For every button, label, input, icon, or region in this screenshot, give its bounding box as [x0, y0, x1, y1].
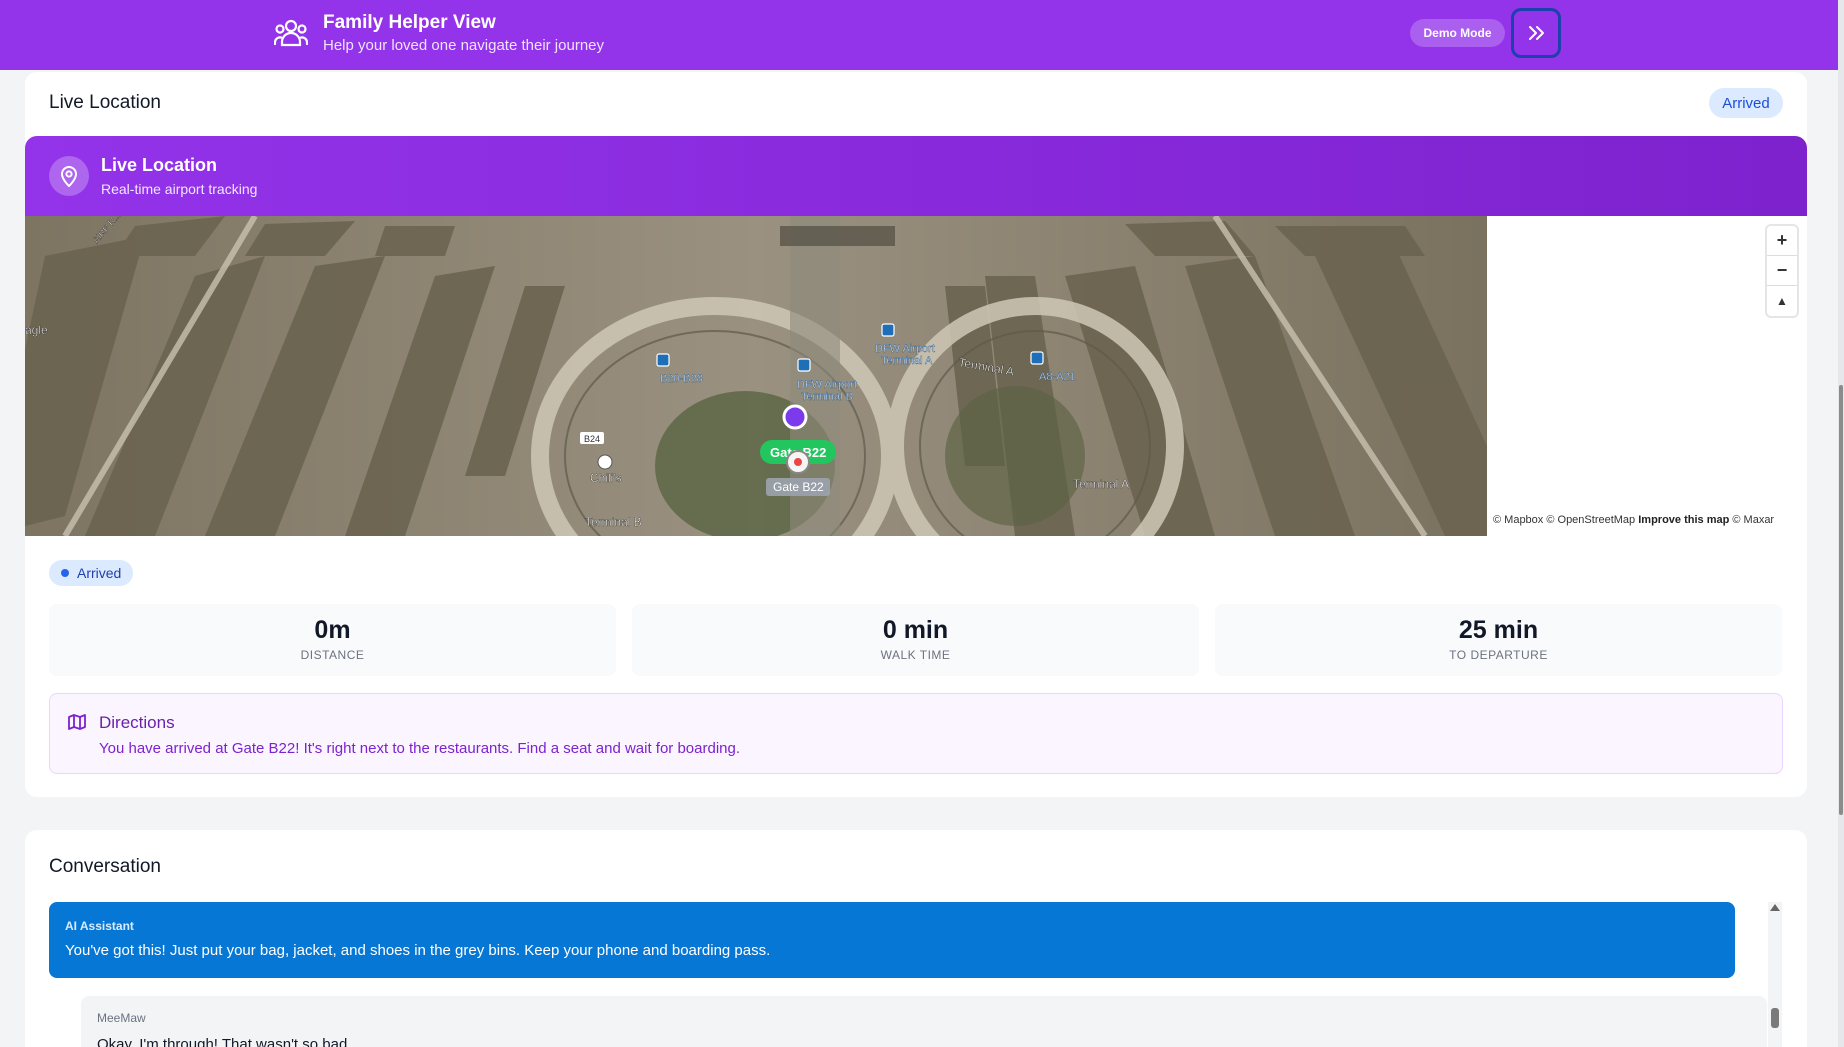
- chevrons-right-icon: [1529, 26, 1544, 40]
- map-label-terminal-b: Terminal B: [801, 391, 853, 403]
- map-attribution: © Mapbox © OpenStreetMap Improve this ma…: [1493, 514, 1774, 526]
- gate-label-text: Gate B22: [773, 480, 824, 494]
- stat-label: DISTANCE: [300, 648, 365, 662]
- header-title: Family Helper View: [323, 12, 496, 33]
- banner-subtitle: Real-time airport tracking: [101, 181, 258, 197]
- attribution-maxar[interactable]: © Maxar: [1732, 514, 1774, 526]
- airport-map-graphic: B20-B28 DFW Airport Terminal B DFW Airpo…: [25, 216, 1487, 536]
- demo-mode-button[interactable]: Demo Mode: [1410, 19, 1505, 47]
- zoom-in-button[interactable]: +: [1767, 226, 1797, 256]
- collapse-button[interactable]: [1511, 8, 1561, 58]
- map-label-chilis: Chili's: [590, 471, 622, 485]
- map-label-dfw-a: DFW Airport: [875, 343, 935, 355]
- map-container[interactable]: B20-B28 DFW Airport Terminal B DFW Airpo…: [25, 216, 1807, 536]
- message-sender: AI Assistant: [65, 919, 134, 933]
- map-label-terminal-a-bottom: Terminal A: [1073, 477, 1129, 491]
- directions-title: Directions: [99, 713, 175, 732]
- zoom-out-button[interactable]: −: [1767, 256, 1797, 286]
- map-label-b24: B24: [584, 434, 600, 444]
- directions-panel: Directions You have arrived at Gate B22!…: [49, 693, 1783, 774]
- compass-button[interactable]: ▲: [1767, 286, 1797, 316]
- map-label-terminal-b-bottom: Terminal B: [585, 515, 642, 529]
- page-scroll-thumb[interactable]: [1839, 385, 1843, 815]
- message-sender: MeeMaw: [97, 1011, 146, 1025]
- conversation-title: Conversation: [49, 856, 161, 877]
- map-icon: [68, 714, 86, 730]
- status-badge: Arrived: [1709, 88, 1783, 118]
- status-pill: Arrived: [49, 560, 134, 586]
- satellite-map[interactable]: B20-B28 DFW Airport Terminal B DFW Airpo…: [25, 216, 1487, 536]
- stat-distance: 0m DISTANCE: [49, 604, 616, 676]
- map-pin-icon: [49, 156, 89, 196]
- card-title: Live Location: [49, 92, 161, 113]
- status-pill-label: Arrived: [77, 565, 122, 581]
- directions-text: You have arrived at Gate B22! It's right…: [99, 740, 741, 757]
- map-label-eagle: agle: [25, 323, 48, 337]
- stat-value: 25 min: [1458, 616, 1539, 644]
- stat-walk-time: 0 min WALK TIME: [632, 604, 1199, 676]
- restaurant-icon: [597, 454, 613, 470]
- map-zoom-controls: + − ▲: [1767, 226, 1797, 316]
- message-user: MeeMaw Okay, I'm through! That wasn't so…: [81, 996, 1767, 1047]
- attribution-mapbox[interactable]: © Mapbox © OpenStreetMap: [1493, 514, 1635, 526]
- stat-departure: 25 min TO DEPARTURE: [1215, 604, 1782, 676]
- stat-value: 0 min: [882, 616, 949, 644]
- page-scrollbar[interactable]: [1838, 0, 1844, 1047]
- stat-label: TO DEPARTURE: [1449, 648, 1548, 662]
- live-location-card: Live Location Arrived Live Location Real…: [25, 72, 1807, 797]
- users-icon: [274, 19, 308, 47]
- message-ai: AI Assistant You've got this! Just put y…: [49, 902, 1735, 978]
- scroll-thumb[interactable]: [1771, 1008, 1779, 1028]
- user-location-marker: [782, 404, 808, 430]
- stat-value: 0m: [314, 616, 351, 644]
- map-label-dfw-b: DFW Airport: [797, 379, 857, 391]
- improve-map-link[interactable]: Improve this map: [1638, 514, 1729, 526]
- header-subtitle: Help your loved one navigate their journ…: [323, 37, 605, 54]
- conversation-scrollbar[interactable]: [1768, 902, 1782, 1047]
- stat-label: WALK TIME: [880, 648, 951, 662]
- banner-title: Live Location: [101, 155, 218, 175]
- message-text: Okay, I'm through! That wasn't so bad.: [97, 1036, 352, 1047]
- top-header: Family Helper View Help your loved one n…: [0, 0, 1838, 70]
- conversation-card: Conversation AI Assistant You've got thi…: [25, 830, 1807, 1047]
- map-label-terminal-a: Terminal A: [881, 355, 933, 367]
- message-text: You've got this! Just put your bag, jack…: [65, 942, 771, 959]
- live-location-banner: Live Location Real-time airport tracking: [25, 136, 1807, 216]
- map-label-a8: A8-A21: [1039, 371, 1076, 383]
- map-label-b20: B20-B28: [660, 373, 703, 385]
- status-dot: [61, 569, 69, 577]
- scroll-up-arrow[interactable]: [1770, 904, 1780, 911]
